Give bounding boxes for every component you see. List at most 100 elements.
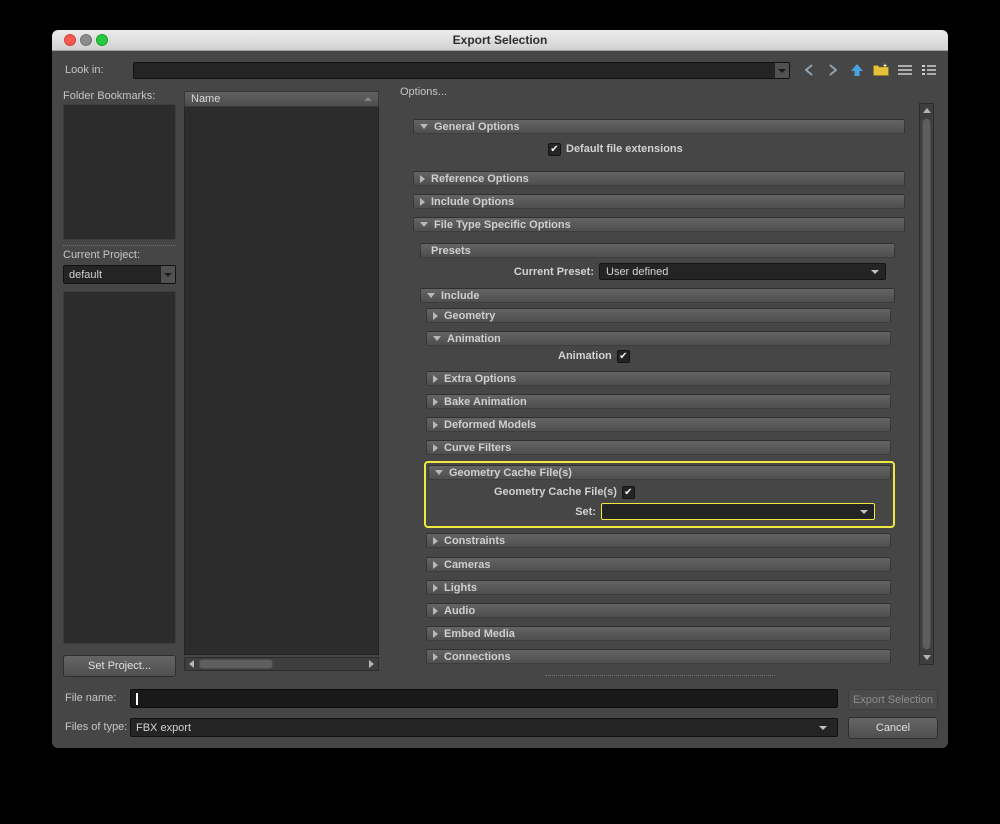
section-label: Geometry <box>444 309 496 322</box>
titlebar[interactable]: Export Selection <box>52 30 948 51</box>
section-label: Lights <box>444 581 477 594</box>
text-cursor <box>136 693 138 705</box>
section-presets[interactable]: Presets <box>420 243 895 258</box>
chevron-down-icon <box>778 68 786 73</box>
section-reference-options[interactable]: Reference Options <box>413 171 905 186</box>
section-label: Geometry Cache File(s) <box>449 466 572 479</box>
scrollbar-track[interactable] <box>198 658 365 670</box>
section-geometry[interactable]: Geometry <box>426 308 891 323</box>
geometry-cache-files-checkbox[interactable]: ✔ <box>621 485 635 499</box>
folder-bookmarks-list[interactable] <box>63 104 176 240</box>
details-view-icon[interactable] <box>920 62 938 78</box>
file-list-horizontal-scrollbar[interactable] <box>184 657 379 671</box>
scrollbar-thumb[interactable] <box>199 659 273 669</box>
triangle-right-icon <box>433 374 438 383</box>
animation-checkbox-row: Animation ✔ <box>558 349 917 363</box>
section-lights[interactable]: Lights <box>426 580 891 595</box>
file-name-input[interactable] <box>130 689 838 708</box>
section-label: Include Options <box>431 195 515 208</box>
files-of-type-value: FBX export <box>136 721 192 734</box>
scrollbar-thumb[interactable] <box>922 118 931 650</box>
section-extra-options[interactable]: Extra Options <box>426 371 891 386</box>
triangle-down-icon <box>922 655 931 660</box>
current-project-dropdown[interactable]: default <box>63 265 176 284</box>
checkbox-label: Default file extensions <box>566 143 683 155</box>
triangle-right-icon <box>433 629 438 638</box>
section-embed-media[interactable]: Embed Media <box>426 626 891 641</box>
triangle-right-icon <box>433 397 438 406</box>
desktop-background: Export Selection Look in: Folder Bookmar… <box>0 0 1000 824</box>
section-label: Reference Options <box>431 172 529 185</box>
triangle-down-icon <box>427 293 435 298</box>
cancel-button[interactable]: Cancel <box>848 717 938 739</box>
section-label: Embed Media <box>444 627 515 640</box>
export-selection-window: Export Selection Look in: Folder Bookmar… <box>52 30 948 748</box>
dropdown-label: Current Preset: <box>513 265 594 278</box>
section-general-options[interactable]: General Options <box>413 119 905 134</box>
section-bake-animation[interactable]: Bake Animation <box>426 394 891 409</box>
dropdown-value: User defined <box>606 265 669 278</box>
checkbox-label: Animation <box>558 350 612 362</box>
files-of-type-dropdown[interactable]: FBX export <box>130 718 838 737</box>
section-label: Connections <box>444 650 511 663</box>
file-list-name-column-header[interactable]: Name <box>184 91 379 107</box>
set-project-button[interactable]: Set Project... <box>63 655 176 677</box>
chevron-down-icon <box>164 272 172 277</box>
look-in-dropdown-button[interactable] <box>774 63 789 78</box>
section-label: Presets <box>431 244 471 257</box>
section-include-options[interactable]: Include Options <box>413 194 905 209</box>
section-curve-filters[interactable]: Curve Filters <box>426 440 891 455</box>
export-selection-button[interactable]: Export Selection <box>848 689 938 710</box>
section-file-type-specific-options[interactable]: File Type Specific Options <box>413 217 905 232</box>
section-constraints[interactable]: Constraints <box>426 533 891 548</box>
current-preset-row: Current Preset: User defined <box>404 263 917 280</box>
project-folder-list[interactable] <box>63 291 176 644</box>
triangle-right-icon <box>433 420 438 429</box>
set-dropdown[interactable] <box>601 503 875 520</box>
list-view-icon[interactable] <box>896 62 914 78</box>
triangle-right-icon <box>369 660 374 668</box>
scroll-right-button[interactable] <box>365 658 378 670</box>
dropdown-label: Set: <box>575 505 596 518</box>
triangle-down-icon <box>435 470 443 475</box>
scroll-left-button[interactable] <box>185 658 198 670</box>
geometry-cache-group: Geometry Cache File(s) Geometry Cache Fil… <box>424 461 895 528</box>
set-row: Set: <box>428 503 891 520</box>
section-geometry-cache-files[interactable]: Geometry Cache File(s) <box>428 465 891 480</box>
up-one-directory-icon[interactable] <box>848 62 866 78</box>
triangle-right-icon <box>433 606 438 615</box>
checkbox-label: Geometry Cache File(s) <box>494 486 617 498</box>
scroll-up-button[interactable] <box>920 104 933 117</box>
current-preset-dropdown[interactable]: User defined <box>599 263 886 280</box>
options-vertical-scrollbar[interactable] <box>919 103 934 665</box>
chevron-down-icon <box>860 509 868 514</box>
section-cameras[interactable]: Cameras <box>426 557 891 572</box>
animation-checkbox[interactable]: ✔ <box>616 349 630 363</box>
section-label: Animation <box>447 332 501 345</box>
current-project-value: default <box>69 268 103 281</box>
file-list[interactable] <box>184 107 379 655</box>
look-in-combobox[interactable] <box>133 62 790 79</box>
current-project-label: Current Project: <box>63 249 141 261</box>
go-forward-icon[interactable] <box>824 62 842 78</box>
geometry-cache-files-checkbox-row: Geometry Cache File(s) ✔ <box>494 485 891 499</box>
go-back-icon[interactable] <box>800 62 818 78</box>
section-label: Include <box>441 289 480 302</box>
default-file-extensions-row: ✔ Default file extensions <box>548 142 917 156</box>
section-include[interactable]: Include <box>420 288 895 303</box>
section-deformed-models[interactable]: Deformed Models <box>426 417 891 432</box>
create-new-folder-icon[interactable] <box>872 62 890 78</box>
default-file-extensions[interactable]: ✔ <box>548 142 561 156</box>
section-connections[interactable]: Connections <box>426 649 891 664</box>
chevron-down-icon <box>871 269 879 274</box>
section-animation[interactable]: Animation <box>426 331 891 346</box>
section-audio[interactable]: Audio <box>426 603 891 618</box>
section-label: Extra Options <box>444 372 517 385</box>
sort-indicator-icon <box>364 97 372 101</box>
section-label: File Type Specific Options <box>434 218 571 231</box>
triangle-right-icon <box>433 443 438 452</box>
scroll-down-button[interactable] <box>920 651 933 664</box>
current-project-dropdown-button[interactable] <box>160 266 175 283</box>
triangle-down-icon <box>433 336 441 341</box>
triangle-right-icon <box>433 536 438 545</box>
